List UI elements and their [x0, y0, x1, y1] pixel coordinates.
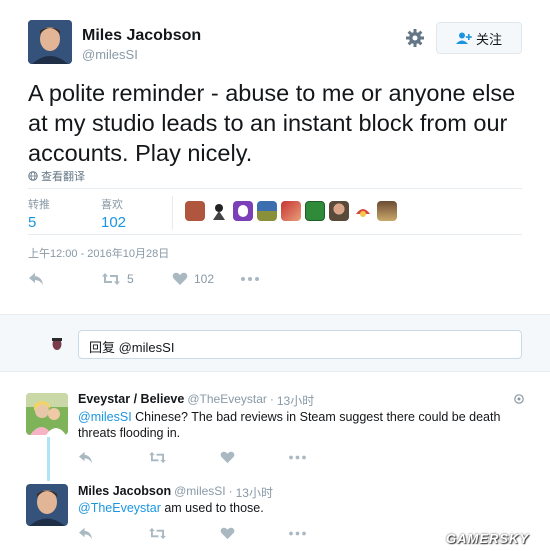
liker-avatar[interactable] — [185, 201, 205, 221]
liker-avatar[interactable] — [209, 201, 229, 221]
liker-avatar[interactable] — [353, 201, 373, 221]
retweets-stat[interactable]: 转推 5 — [28, 196, 50, 231]
thread-line — [47, 437, 50, 481]
liker-avatar[interactable] — [281, 201, 301, 221]
reply-avatar[interactable] — [26, 393, 68, 435]
reply-icon — [78, 451, 93, 464]
follow-label: 关注 — [475, 31, 502, 47]
reply-separator: · — [228, 484, 233, 498]
retweet-icon — [148, 527, 167, 540]
like-button[interactable]: 102 — [172, 272, 214, 286]
divider — [28, 188, 522, 189]
like-button[interactable] — [220, 527, 235, 540]
current-user-avatar — [50, 336, 64, 352]
liker-avatar[interactable] — [305, 201, 325, 221]
liker-avatar[interactable] — [233, 201, 253, 221]
likes-count: 102 — [101, 214, 127, 231]
reply-mention[interactable]: @TheEveystar — [78, 501, 161, 515]
reply-author-handle[interactable]: @TheEveystar — [187, 392, 267, 409]
reply-icon — [28, 272, 44, 286]
reply-author-name[interactable]: Eveystar / Believe — [78, 392, 184, 409]
retweet-button[interactable] — [148, 527, 167, 540]
follow-button[interactable]: 关注 — [436, 22, 522, 54]
reply-body: am used to those. — [164, 501, 264, 515]
like-count: 102 — [194, 272, 215, 286]
divider — [172, 196, 173, 230]
reply-avatar[interactable] — [26, 484, 68, 526]
more-icon — [240, 272, 260, 286]
reply-button[interactable] — [28, 272, 44, 286]
retweet-count: 5 — [127, 272, 134, 286]
liker-avatar[interactable] — [257, 201, 277, 221]
translate-label: 查看翻译 — [41, 171, 85, 183]
reply-separator: · — [269, 392, 274, 406]
retweets-label: 转推 — [28, 199, 50, 211]
reply-button[interactable] — [78, 527, 93, 540]
author-name[interactable]: Miles Jacobson — [82, 27, 201, 45]
translate-link[interactable]: 查看翻译 — [28, 168, 85, 184]
likes-label: 喜欢 — [101, 199, 123, 211]
reply-button[interactable] — [78, 451, 93, 464]
reply-placeholder: 回复 @milesSI — [89, 340, 175, 355]
reply-text: @TheEveystar am used to those. — [78, 500, 518, 516]
globe-icon — [28, 171, 38, 181]
reply-author-name[interactable]: Miles Jacobson — [78, 484, 171, 501]
reply-time[interactable]: 13小时 — [277, 392, 314, 409]
heart-icon — [220, 451, 235, 464]
reply-caret-icon[interactable] — [514, 394, 524, 404]
likes-stat[interactable]: 喜欢 102 — [101, 196, 126, 231]
heart-icon — [172, 272, 188, 286]
author-avatar[interactable] — [28, 20, 72, 64]
watermark: GAMERSKY — [446, 531, 530, 546]
liker-avatars — [185, 201, 397, 221]
reply-icon — [78, 527, 93, 540]
more-icon — [288, 451, 307, 464]
retweet-icon — [101, 272, 121, 286]
retweet-button[interactable] — [148, 451, 167, 464]
more-button[interactable] — [288, 451, 307, 464]
like-button[interactable] — [220, 451, 235, 464]
more-icon — [288, 527, 307, 540]
tweet-timestamp[interactable]: 上午12:00 - 2016年10月28日 — [28, 245, 169, 261]
divider — [28, 234, 522, 235]
retweet-icon — [148, 451, 167, 464]
reply-author-handle[interactable]: @milesSI — [174, 484, 226, 501]
liker-avatar[interactable] — [377, 201, 397, 221]
reply-body: Chinese? The bad reviews in Steam sugges… — [78, 410, 501, 440]
gear-icon[interactable] — [405, 28, 425, 48]
reply-input[interactable]: 回复 @milesSI — [78, 330, 522, 359]
heart-icon — [220, 527, 235, 540]
more-button[interactable] — [240, 272, 260, 286]
author-handle[interactable]: @milesSI — [82, 47, 138, 62]
tweet-text: A polite reminder - abuse to me or anyon… — [28, 80, 516, 166]
reply-header: Eveystar / Believe @TheEveystar · 13小时 — [78, 392, 314, 409]
add-user-icon — [455, 32, 472, 44]
more-button[interactable] — [288, 527, 307, 540]
reply-time[interactable]: 13小时 — [236, 484, 273, 501]
retweet-button[interactable]: 5 — [101, 272, 134, 286]
liker-avatar[interactable] — [329, 201, 349, 221]
retweets-count: 5 — [28, 214, 37, 231]
reply-mention[interactable]: @milesSI — [78, 410, 132, 424]
reply-header: Miles Jacobson @milesSI · 13小时 — [78, 484, 273, 501]
reply-text: @milesSI Chinese? The bad reviews in Ste… — [78, 409, 518, 441]
